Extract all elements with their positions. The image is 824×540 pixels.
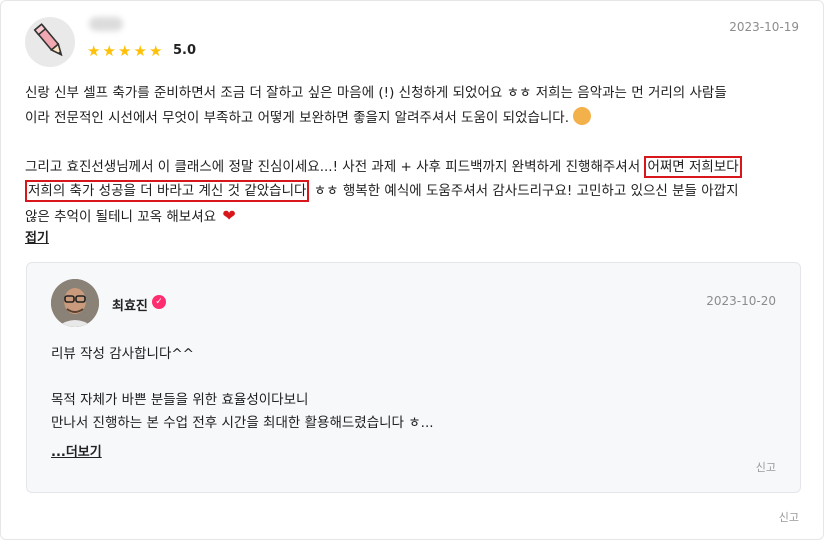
highlight-box: 저희의 축가 성공을 더 바라고 계신 것 같았습니다 (25, 180, 310, 202)
instructor-reply: 최효진 ✓ 2023-10-20 리뷰 작성 감사합니다^^ 목적 자체가 바쁜… (26, 262, 801, 493)
reply-line: 목적 자체가 바쁜 분들을 위한 효율성이다보니 (51, 392, 309, 408)
instructor-name: 최효진 (112, 299, 148, 314)
review-line: 저희의 축가 성공을 더 바라고 계신 것 같았습니다 ㅎㅎ 행복한 예식에 도… (25, 179, 805, 204)
reply-line: 리뷰 작성 감사합니다^^ (51, 346, 194, 362)
review-card: ★ ★ ★ ★ ★ 5.0 2023-10-19 신랑 신부 셀프 축가를 준비… (0, 0, 824, 540)
review-line: 이라 전문적인 시선에서 무엇이 부족하고 어떻게 보완하면 좋을지 알려주셔서… (25, 106, 805, 131)
heart-icon: ❤ (222, 205, 236, 225)
reply-date: 2023-10-20 (706, 294, 776, 308)
review-report-button[interactable]: 신고 (779, 509, 799, 525)
review-date: 2023-10-19 (729, 20, 799, 34)
reply-line (51, 366, 434, 389)
review-text: 신랑 신부 셀프 축가를 준비하면서 조금 더 잘하고 싶은 마음에 (!) 신… (25, 81, 805, 228)
star-icon: ★ (87, 42, 101, 60)
fold-link[interactable]: 접기 (25, 227, 49, 246)
star-icon: ★ (118, 42, 132, 60)
reviewer-name-blurred (89, 17, 123, 31)
reply-text: 리뷰 작성 감사합니다^^ 목적 자체가 바쁜 분들을 위한 효율성이다보니 만… (51, 343, 434, 435)
review-line: 않은 추억이 될테니 꼬옥 해보셔요 ❤ (25, 205, 236, 225)
check-badge-icon: ✓ (152, 295, 166, 309)
reply-line: 만나서 진행하는 본 수업 전후 시간을 최대한 활용해드렸습니다 ㅎ... (51, 415, 434, 431)
pencil-icon (33, 23, 63, 57)
star-icon: ★ (149, 42, 163, 60)
star-icon: ★ (102, 42, 116, 60)
rating-stars: ★ ★ ★ ★ ★ (87, 43, 165, 59)
review-line: 그리고 효진선생님께서 이 클래스에 정말 진심이세요...! 사전 과제 + … (25, 155, 805, 180)
instructor-avatar (51, 279, 99, 327)
rating-value: 5.0 (173, 43, 197, 58)
star-icon: ★ (133, 42, 147, 60)
reviewer-avatar (25, 17, 75, 67)
review-line: 신랑 신부 셀프 축가를 준비하면서 조금 더 잘하고 싶은 마음에 (!) 신… (25, 85, 727, 101)
read-more-link[interactable]: ...더보기 (51, 441, 102, 460)
reply-report-button[interactable]: 신고 (756, 459, 776, 475)
highlight-box: 어쩌면 저희보다 (644, 155, 742, 178)
smiling-face-icon (573, 106, 592, 125)
